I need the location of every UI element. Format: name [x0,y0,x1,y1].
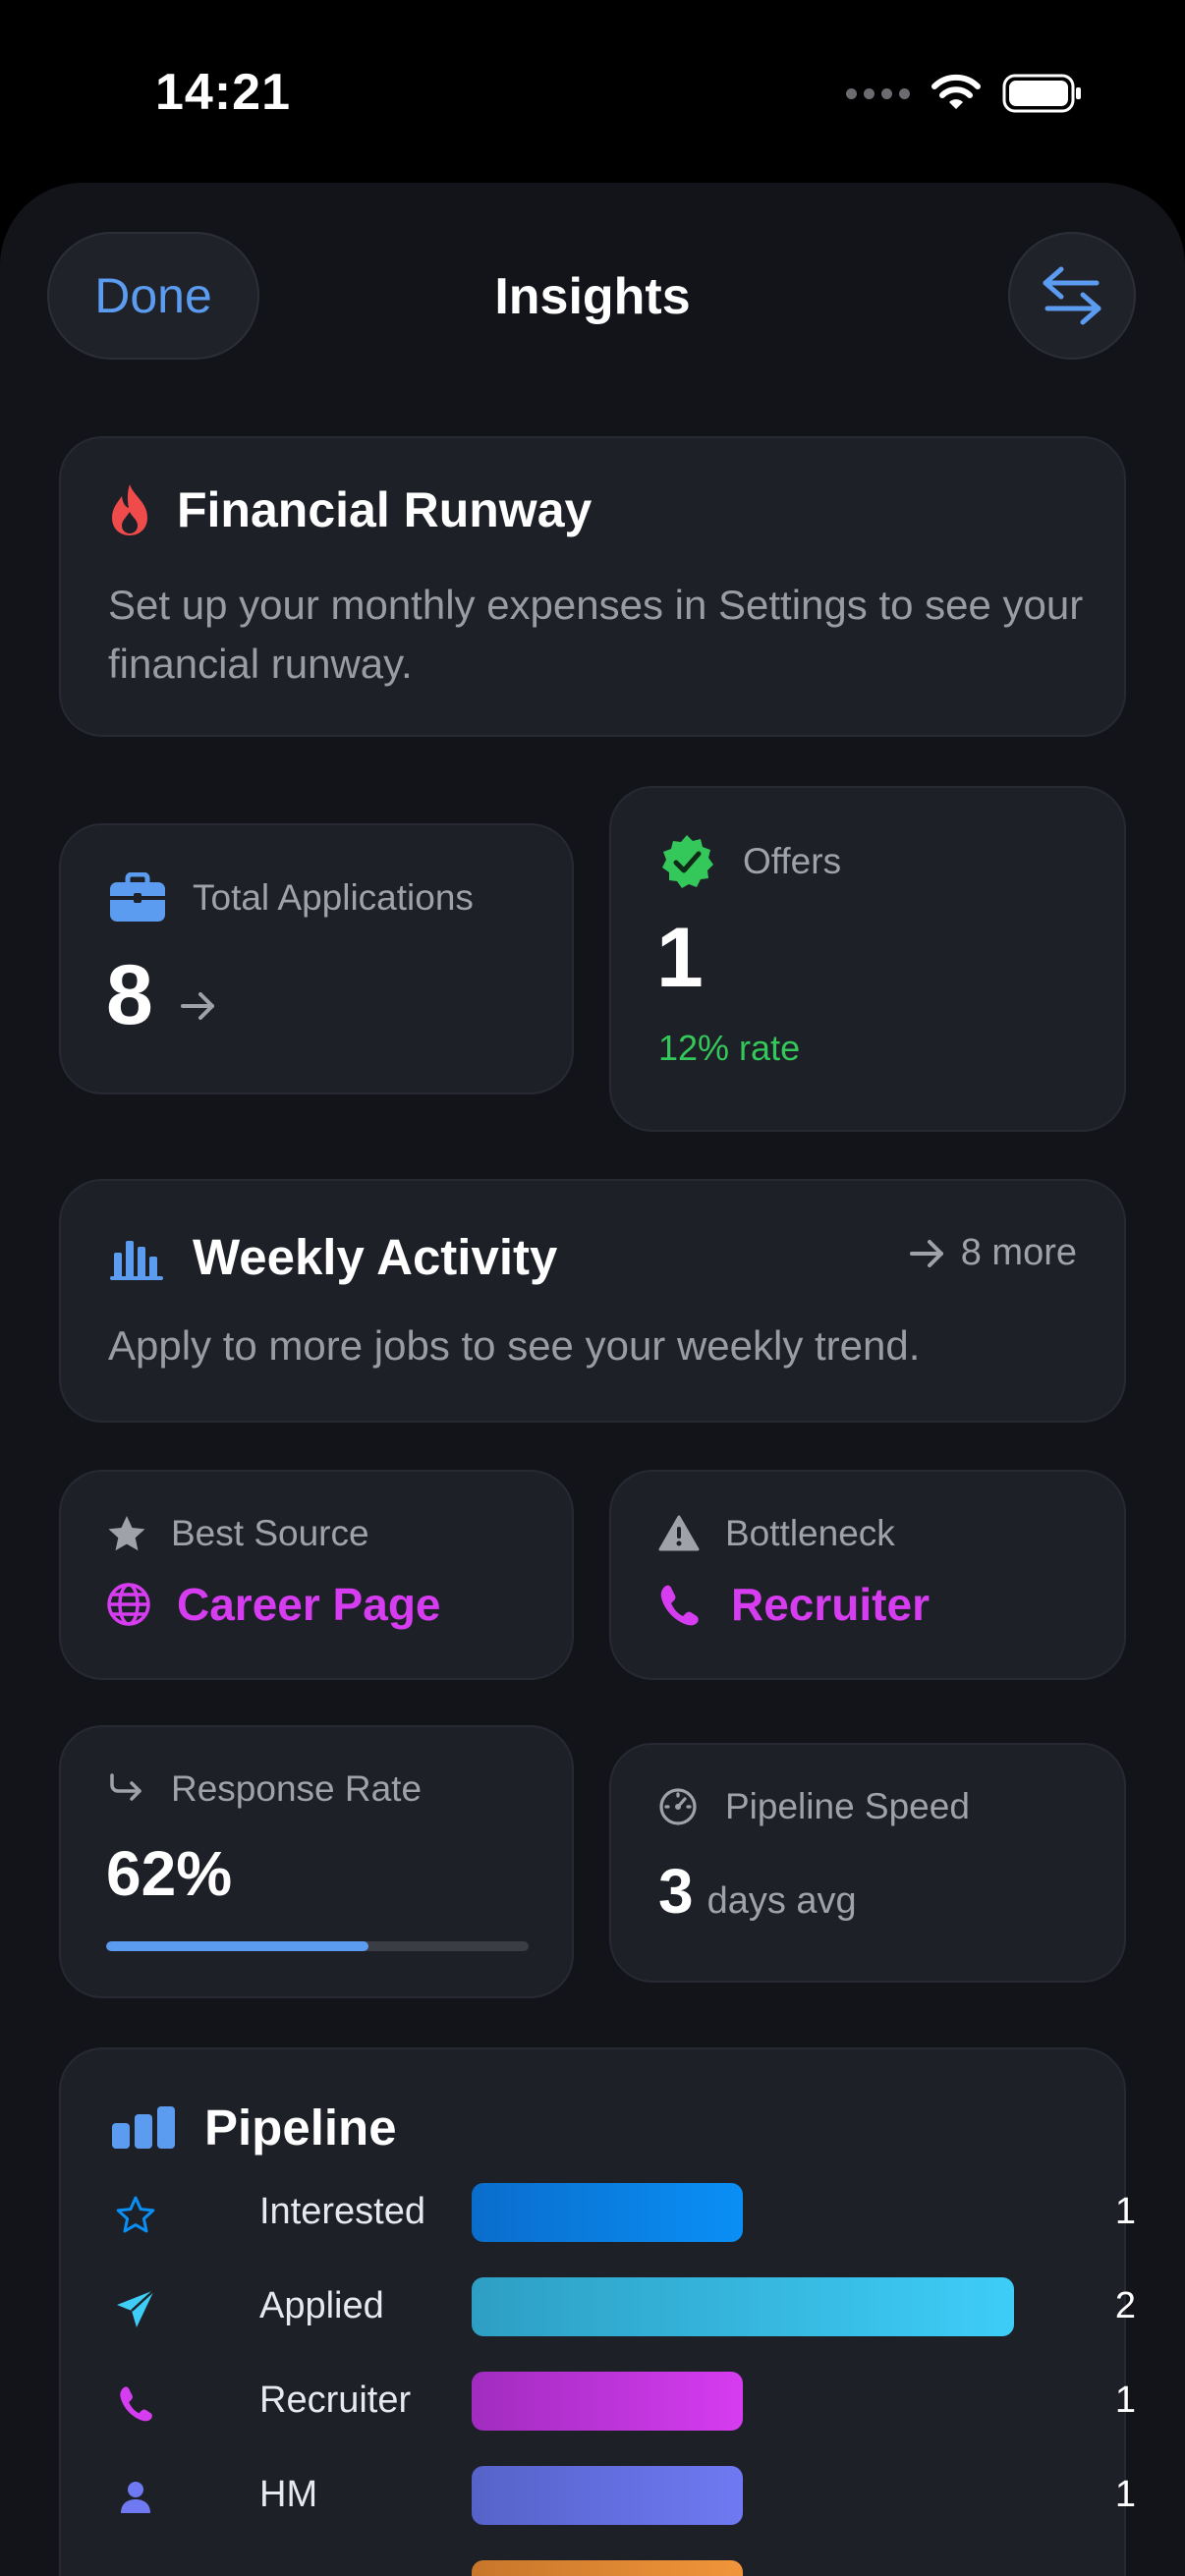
pipeline-stage-bar [472,2466,743,2525]
wifi-icon [931,74,981,109]
pipeline-row-recruiter[interactable]: Recruiter 1 [114,2370,1136,2433]
pipeline-stage-label: HM [259,2474,318,2515]
response-rate-progress [106,1941,529,1951]
response-rate-progress-fill [106,1941,368,1951]
status-time: 14:21 [155,64,291,121]
speedometer-icon [659,1788,697,1825]
reply-arrow-icon [110,1773,141,1801]
pipeline-stage-bar [472,2277,1014,2336]
pipeline-stage-count: 1 [1114,2380,1136,2421]
response-rate-value: 62% [106,1838,233,1909]
paper-plane-icon [114,2287,157,2330]
pipeline-row-hm[interactable]: HM 1 [114,2464,1136,2527]
weekly-activity-more-label: 8 more [960,1232,1077,1273]
flame-icon [112,484,147,535]
verified-badge-icon [662,835,713,888]
pipeline-stage-count: 2 [1114,2285,1136,2326]
pipeline-stage-bar [472,2183,743,2242]
person-icon [114,2476,157,2519]
financial-runway-card: Financial Runway Set up your monthly exp… [59,436,1126,737]
pipeline-stage-count: 1 [1114,2474,1136,2515]
warning-icon [658,1515,700,1551]
offers-label: Offers [743,841,842,881]
pipeline-stage-bar [472,2372,743,2431]
offers-value: 1 [656,911,704,1005]
weekly-activity-description: Apply to more jobs to see your weekly tr… [108,1322,921,1369]
pipeline-speed-card: Pipeline Speed 3 days avg [609,1743,1126,1983]
pipeline-speed-label: Pipeline Speed [725,1786,970,1826]
best-source-label: Best Source [171,1513,369,1553]
star-icon [108,1516,145,1551]
pipeline-title: Pipeline [204,2100,397,2156]
pipeline-stage-bar-partial [472,2560,743,2576]
weekly-activity-title: Weekly Activity [193,1229,558,1285]
pipeline-stage-label: Interested [259,2191,425,2232]
pipeline-row-applied[interactable]: Applied 2 [114,2275,1136,2338]
response-rate-card: Response Rate 62% [59,1725,574,1998]
arrows-swap-icon [1043,266,1101,325]
star-outline-icon [114,2193,157,2236]
financial-runway-description: Set up your monthly expenses in Settings… [108,582,1084,687]
response-rate-label: Response Rate [171,1768,423,1809]
financial-runway-title: Financial Runway [177,482,592,537]
pipeline-stage-count: 1 [1114,2191,1136,2232]
financial-runway-header: Financial Runway [108,481,592,538]
pipeline-card: Pipeline Interested 1 Applied 2 Recruite… [59,2047,1136,2576]
bottleneck-value: Recruiter [731,1579,930,1630]
total-applications-label: Total Applications [193,877,474,918]
pipeline-stage-label: Recruiter [259,2380,412,2421]
swap-button[interactable] [1008,232,1136,360]
arrow-right-icon [909,1239,943,1267]
weekly-activity-more-link[interactable]: 8 more [908,1232,1077,1274]
battery-icon [1002,74,1081,113]
total-applications-card[interactable]: Total Applications 8 [59,823,574,1094]
pipeline-stage-label: Applied [259,2285,384,2326]
cellular-signal-icon [846,87,910,99]
pipeline-row-interested[interactable]: Interested 1 [114,2181,1136,2244]
phone-icon [114,2381,157,2425]
pipeline-row-partial [114,2558,1136,2576]
globe-icon [107,1583,150,1626]
pipeline-speed-value: 3 [658,1856,694,1927]
briefcase-icon [110,872,165,922]
offers-rate: 12% rate [658,1028,801,1068]
pipeline-bars-icon [112,2105,175,2149]
bottleneck-card[interactable]: Bottleneck Recruiter [609,1470,1126,1680]
status-bar: 14:21 [0,0,1185,187]
bottleneck-label: Bottleneck [725,1513,895,1553]
total-applications-value: 8 [106,948,153,1042]
best-source-card[interactable]: Best Source Career Page [59,1470,574,1680]
insights-sheet: Done Insights Financial Runway Set up yo… [0,183,1185,2576]
phone-icon [660,1585,699,1626]
pipeline-speed-unit: days avg [706,1880,857,1922]
arrow-right-icon [180,991,214,1020]
status-icons [846,73,1083,114]
bar-chart-icon [110,1240,163,1280]
offers-card[interactable]: Offers 1 12% rate [609,786,1126,1132]
weekly-activity-card: Weekly Activity 8 more Apply to more job… [59,1179,1126,1423]
best-source-value: Career Page [177,1579,441,1630]
